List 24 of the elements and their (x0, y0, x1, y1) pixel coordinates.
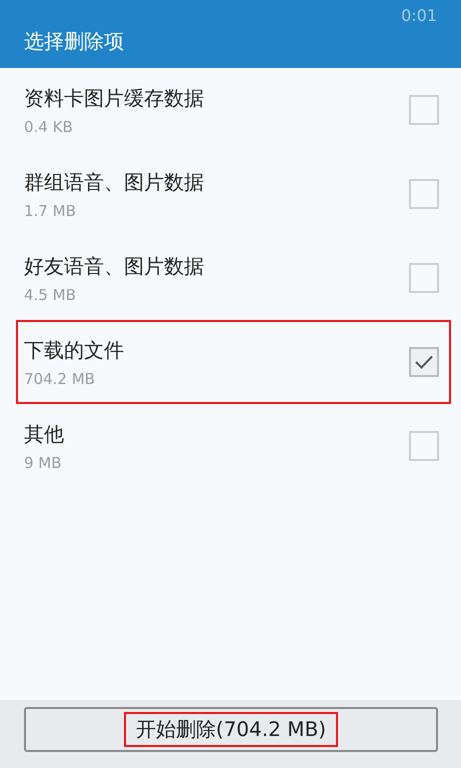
item-name: 群组语音、图片数据 (24, 168, 205, 196)
list-item[interactable]: 其他 9 MB (16, 404, 451, 488)
list-item[interactable]: 群组语音、图片数据 1.7 MB (16, 152, 451, 236)
item-name: 资料卡图片缓存数据 (24, 84, 205, 112)
item-size: 9 MB (24, 454, 63, 472)
checkbox[interactable] (409, 347, 439, 377)
checkbox[interactable] (409, 263, 439, 293)
item-size: 704.2 MB (24, 370, 96, 388)
list-item[interactable]: 好友语音、图片数据 4.5 MB (16, 236, 451, 320)
list-item[interactable]: 资料卡图片缓存数据 0.4 KB (16, 68, 451, 152)
item-size: 4.5 MB (24, 286, 77, 304)
item-size: 0.4 KB (24, 118, 74, 136)
status-time: 0:01 (401, 6, 437, 25)
checkmark-icon (415, 355, 433, 369)
item-name: 下载的文件 (24, 336, 125, 364)
list-item[interactable]: 下载的文件 704.2 MB (16, 320, 451, 404)
item-name: 好友语音、图片数据 (24, 252, 205, 280)
checkbox[interactable] (409, 179, 439, 209)
checkbox[interactable] (409, 431, 439, 461)
page-title: 选择删除项 (24, 28, 124, 55)
start-delete-button[interactable]: 开始删除(704.2 MB) (24, 707, 438, 752)
item-name: 其他 (24, 420, 65, 448)
item-size: 1.7 MB (24, 202, 77, 220)
checkbox[interactable] (409, 95, 439, 125)
